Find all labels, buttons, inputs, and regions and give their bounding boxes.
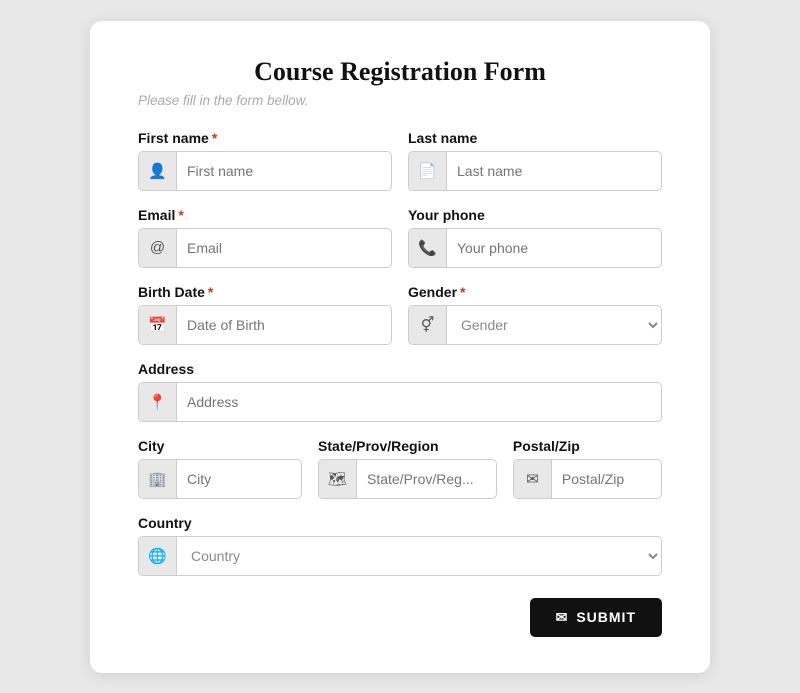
- city-state-zip-row: City 🏢 State/Prov/Region 🗺 Postal/Zip ✉: [138, 438, 662, 499]
- form-title: Course Registration Form: [138, 57, 662, 87]
- last-name-input-wrap: 📄: [408, 151, 662, 191]
- email-group: Email* @: [138, 207, 392, 268]
- zip-input[interactable]: [552, 460, 661, 498]
- email-input[interactable]: [177, 229, 391, 267]
- phone-group: Your phone 📞: [408, 207, 662, 268]
- last-name-group: Last name 📄: [408, 130, 662, 191]
- first-name-input[interactable]: [177, 152, 391, 190]
- state-group: State/Prov/Region 🗺: [318, 438, 497, 499]
- birth-date-group: Birth Date* 📅: [138, 284, 392, 345]
- map-icon: 🗺: [319, 460, 357, 498]
- state-label: State/Prov/Region: [318, 438, 497, 454]
- country-input-wrap: 🌐 Country United States Canada United Ki…: [138, 536, 662, 576]
- gender-input-wrap: ⚥ Gender Male Female Other: [408, 305, 662, 345]
- zip-input-wrap: ✉: [513, 459, 662, 499]
- state-input-wrap: 🗺: [318, 459, 497, 499]
- last-name-input[interactable]: [447, 152, 661, 190]
- birth-date-label: Birth Date*: [138, 284, 392, 300]
- address-label: Address: [138, 361, 662, 377]
- calendar-icon: 📅: [139, 306, 177, 344]
- id-icon: 📄: [409, 152, 447, 190]
- zip-group: Postal/Zip ✉: [513, 438, 662, 499]
- gender-group: Gender* ⚥ Gender Male Female Other: [408, 284, 662, 345]
- submit-row: ✉ SUBMIT: [138, 598, 662, 637]
- submit-icon: ✉: [556, 609, 569, 626]
- address-input-wrap: 📍: [138, 382, 662, 422]
- zip-label: Postal/Zip: [513, 438, 662, 454]
- email-input-wrap: @: [138, 228, 392, 268]
- email-phone-row: Email* @ Your phone 📞: [138, 207, 662, 268]
- birth-date-input[interactable]: [177, 306, 391, 344]
- gender-label: Gender*: [408, 284, 662, 300]
- country-row: Country 🌐 Country United States Canada U…: [138, 515, 662, 576]
- gender-icon: ⚥: [409, 306, 447, 344]
- country-group: Country 🌐 Country United States Canada U…: [138, 515, 662, 576]
- country-select[interactable]: Country United States Canada United King…: [177, 537, 661, 575]
- address-group: Address 📍: [138, 361, 662, 422]
- birth-date-input-wrap: 📅: [138, 305, 392, 345]
- country-label: Country: [138, 515, 662, 531]
- city-input[interactable]: [177, 460, 301, 498]
- city-label: City: [138, 438, 302, 454]
- location-icon: 📍: [139, 383, 177, 421]
- state-input[interactable]: [357, 460, 496, 498]
- person-icon: 👤: [139, 152, 177, 190]
- birth-gender-row: Birth Date* 📅 Gender* ⚥ Gender Male Fema…: [138, 284, 662, 345]
- gender-select[interactable]: Gender Male Female Other: [447, 306, 661, 344]
- globe-icon: 🌐: [139, 537, 177, 575]
- city-input-wrap: 🏢: [138, 459, 302, 499]
- phone-input[interactable]: [447, 229, 661, 267]
- phone-icon: 📞: [409, 229, 447, 267]
- email-label: Email*: [138, 207, 392, 223]
- first-name-group: First name* 👤: [138, 130, 392, 191]
- zip-icon: ✉: [514, 460, 552, 498]
- form-subtitle: Please fill in the form bellow.: [138, 93, 662, 108]
- at-icon: @: [139, 229, 177, 267]
- city-group: City 🏢: [138, 438, 302, 499]
- registration-form-card: Course Registration Form Please fill in …: [90, 21, 710, 673]
- city-icon: 🏢: [139, 460, 177, 498]
- submit-button[interactable]: ✉ SUBMIT: [530, 598, 662, 637]
- address-input[interactable]: [177, 383, 661, 421]
- phone-input-wrap: 📞: [408, 228, 662, 268]
- address-row: Address 📍: [138, 361, 662, 422]
- first-name-label: First name*: [138, 130, 392, 146]
- name-row: First name* 👤 Last name 📄: [138, 130, 662, 191]
- submit-label: SUBMIT: [576, 609, 636, 625]
- last-name-label: Last name: [408, 130, 662, 146]
- first-name-input-wrap: 👤: [138, 151, 392, 191]
- phone-label: Your phone: [408, 207, 662, 223]
